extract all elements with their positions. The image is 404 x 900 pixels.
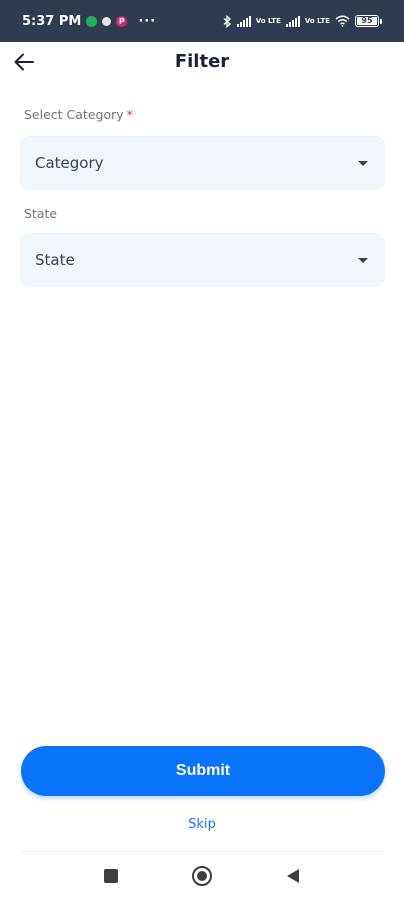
signal-icon (236, 15, 251, 27)
system-nav-bar (0, 852, 404, 900)
battery-level: 95 (361, 16, 373, 25)
recents-square-icon (104, 869, 118, 883)
volte-label-1: Vo LTE (255, 16, 281, 25)
volte-label-2: Vo LTE (304, 16, 330, 25)
back-triangle-icon (287, 869, 299, 883)
app-p-letter: P (118, 16, 125, 26)
required-mark: * (126, 107, 133, 122)
more-notifications: ··· (138, 13, 157, 29)
whatsapp-icon (86, 15, 98, 27)
signal-icon-2 (285, 15, 300, 27)
home-circle-icon (192, 866, 212, 886)
battery-cap (380, 18, 382, 24)
battery-icon: 95 (355, 15, 379, 27)
home-button[interactable] (190, 864, 214, 888)
status-right: Vo LTE Vo LTE 95 (222, 14, 382, 28)
category-select[interactable]: Category (20, 136, 385, 190)
app-p-icon: P (116, 15, 128, 27)
category-select-value: Category (35, 154, 104, 172)
dot-icon (102, 16, 112, 26)
chevron-down-icon (358, 257, 368, 263)
category-label-text: Select Category (24, 107, 124, 122)
state-label: State (24, 206, 58, 221)
wifi-icon (335, 15, 350, 27)
skip-link[interactable]: Skip (0, 817, 404, 832)
app-header: Filter (0, 42, 404, 82)
status-left: 5:37 PM P ··· (22, 14, 156, 29)
status-bar: 5:37 PM P ··· Vo LTE Vo LTE 95 (0, 0, 404, 42)
submit-button[interactable]: Submit (21, 746, 385, 796)
state-select[interactable]: State (20, 233, 385, 287)
category-label: Select Category * (24, 107, 133, 122)
filter-screen: 5:37 PM P ··· Vo LTE Vo LTE 95 Filter Se… (0, 0, 404, 900)
bluetooth-icon (223, 14, 231, 28)
status-time: 5:37 PM (22, 13, 82, 29)
page-title: Filter (174, 51, 230, 72)
state-select-value: State (35, 251, 75, 269)
recents-button[interactable] (99, 864, 123, 888)
chevron-down-icon (358, 160, 368, 166)
back-nav-button[interactable] (281, 864, 305, 888)
